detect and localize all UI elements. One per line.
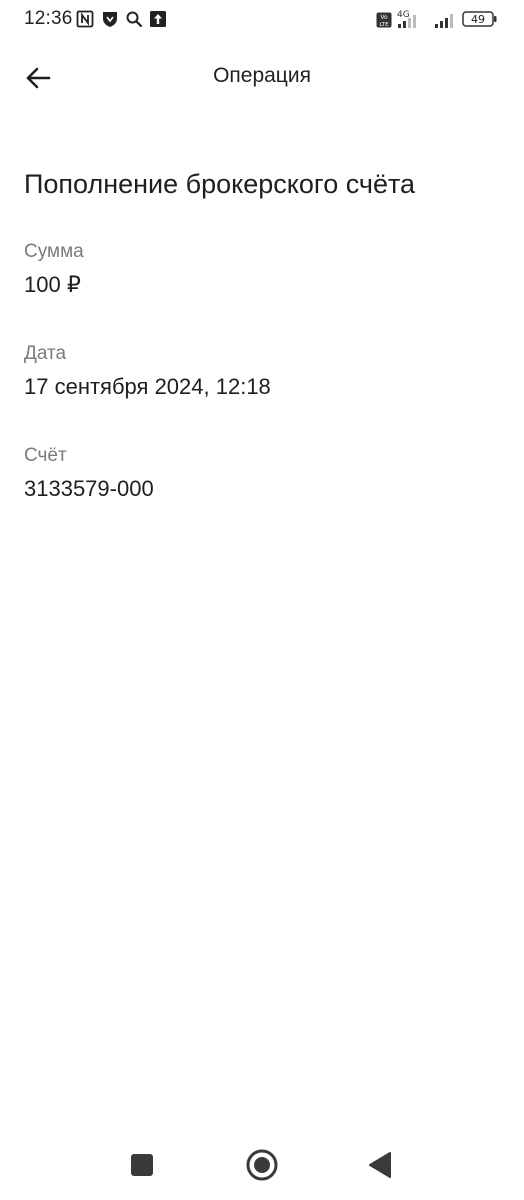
account-field: Счёт 3133579-000 [24,444,154,504]
nfc-icon [76,10,94,28]
operation-heading: Пополнение брокерского счёта [24,169,416,199]
battery-level: 49 [471,13,485,26]
upload-icon [150,11,166,27]
svg-text:Vo: Vo [380,14,388,21]
amount-field: Сумма 100 ₽ [24,240,84,300]
date-label: Дата [24,343,67,364]
svg-text:LTE: LTE [379,22,389,28]
back-triangle-icon [369,1152,391,1178]
app-bar: Операция [0,44,524,110]
signal-4g-icon: 4G [397,10,416,28]
signal-icon [435,14,453,28]
recents-square-icon [131,1154,153,1176]
home-circle-icon [246,1149,278,1181]
svg-text:4G: 4G [397,10,410,20]
battery-icon: 49 [462,11,497,27]
date-value: 17 сентября 2024, 12:18 [24,374,271,399]
home-button[interactable] [237,1140,287,1190]
date-field: Дата 17 сентября 2024, 12:18 [24,342,271,402]
volte-icon: Vo LTE [376,12,392,28]
status-time: 12:36 [24,8,73,29]
recents-button[interactable] [117,1140,167,1190]
search-icon [126,11,143,28]
shield-icon [103,12,117,27]
account-label: Счёт [24,445,67,466]
nav-back-button[interactable] [355,1140,405,1190]
system-nav-bar [0,1130,524,1200]
page-title: Операция [213,64,311,87]
status-bar: 12:36 Vo LTE 4G 49 [0,0,524,40]
amount-value: 100 ₽ [24,272,81,297]
account-value: 3133579-000 [24,476,154,501]
amount-label: Сумма [24,241,84,262]
operation-details: Пополнение брокерского счёта Сумма 100 ₽… [24,164,500,501]
